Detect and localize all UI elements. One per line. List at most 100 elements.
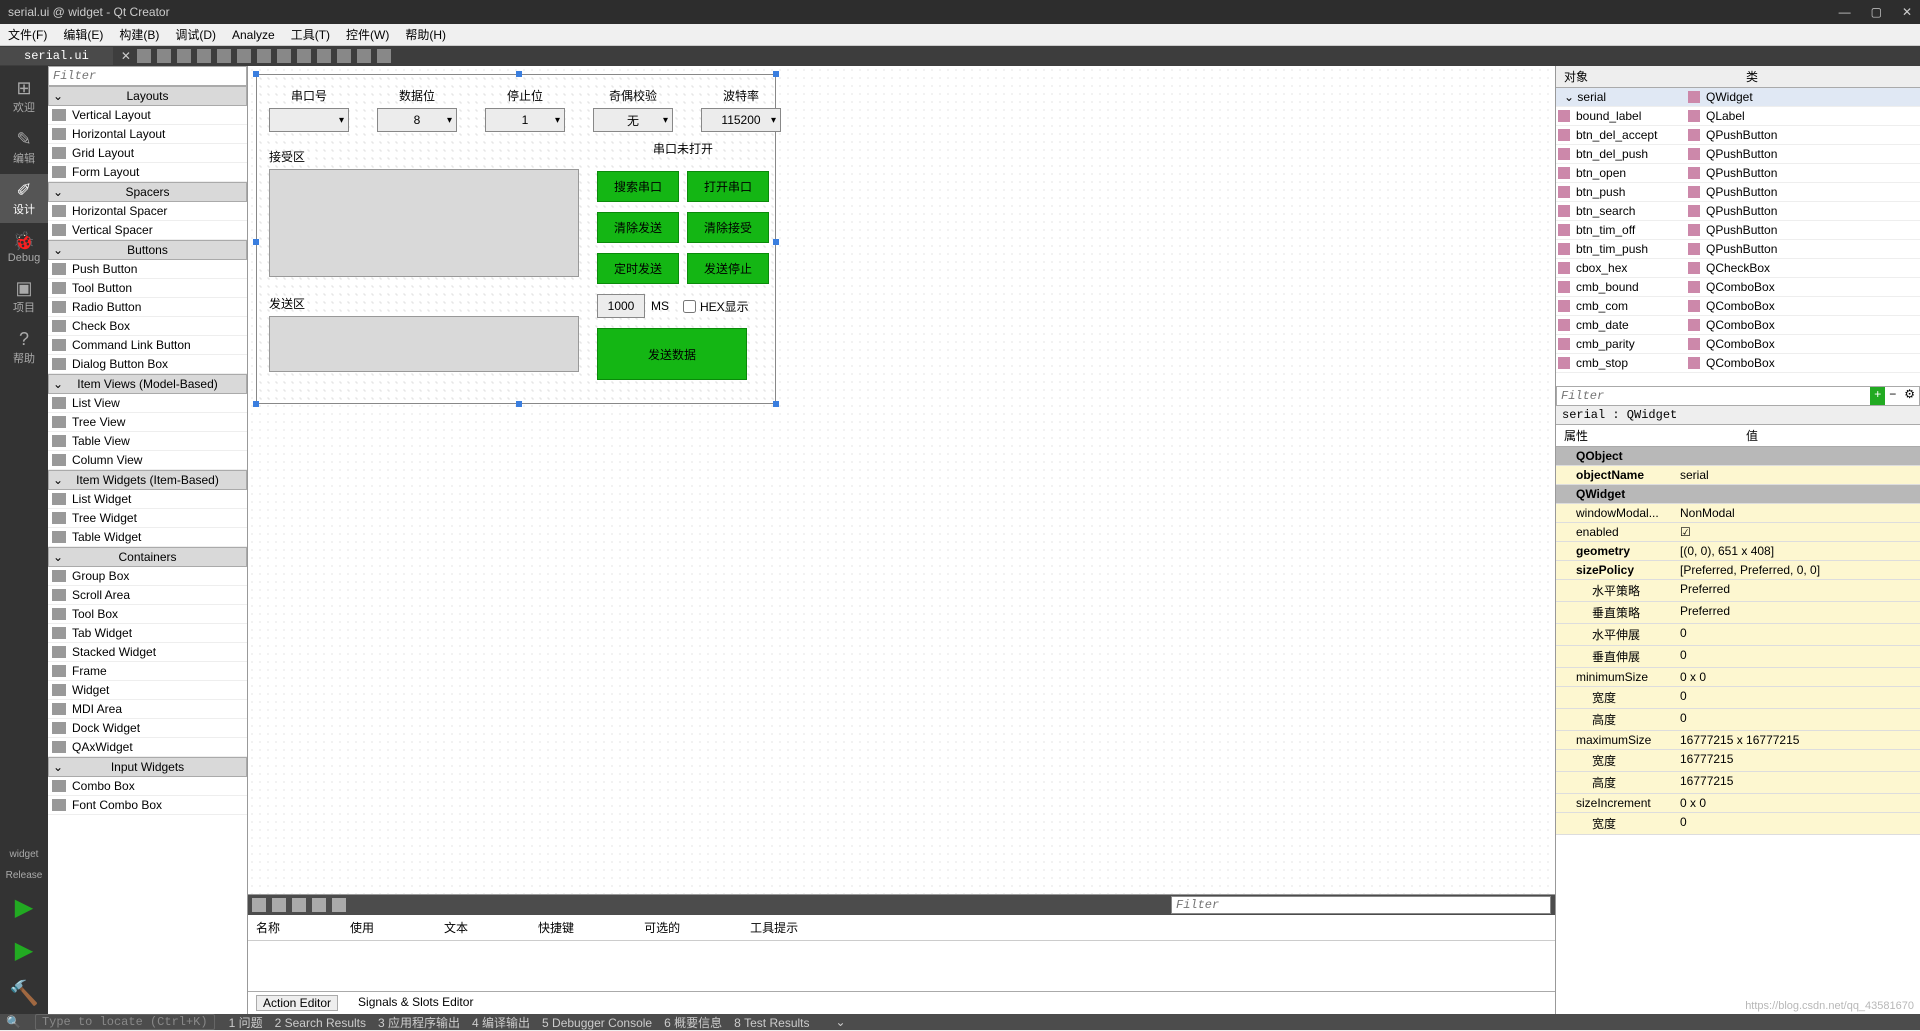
- more-icon[interactable]: ⌄: [836, 1015, 846, 1029]
- action-editor-tab[interactable]: Action Editor: [256, 995, 338, 1011]
- property-row[interactable]: QObject: [1556, 447, 1920, 466]
- widget-item[interactable]: Dock Widget: [48, 719, 247, 738]
- widget-item[interactable]: Table View: [48, 432, 247, 451]
- status-item[interactable]: 1 问题: [229, 1016, 263, 1030]
- toolbar-icon[interactable]: [337, 49, 351, 63]
- open-file-tab[interactable]: serial.ui: [0, 47, 113, 65]
- widget-item[interactable]: Scroll Area: [48, 586, 247, 605]
- widget-category[interactable]: Item Views (Model-Based): [48, 374, 247, 394]
- widget-category[interactable]: Layouts: [48, 86, 247, 106]
- close-tab-icon[interactable]: ✕: [121, 49, 131, 63]
- widget-category[interactable]: Containers: [48, 547, 247, 567]
- menu-item[interactable]: 调试(D): [175, 26, 216, 43]
- clear-send-button[interactable]: 清除发送: [597, 212, 679, 243]
- widget-item[interactable]: Tool Button: [48, 279, 247, 298]
- combo-2[interactable]: 1: [485, 108, 565, 132]
- object-row[interactable]: btn_tim_pushQPushButton: [1556, 240, 1920, 259]
- object-row[interactable]: btn_tim_offQPushButton: [1556, 221, 1920, 240]
- copy-action-icon[interactable]: [272, 898, 286, 912]
- status-item[interactable]: 2 Search Results: [275, 1016, 366, 1030]
- send-data-button[interactable]: 发送数据: [597, 328, 747, 380]
- object-row[interactable]: btn_openQPushButton: [1556, 164, 1920, 183]
- status-item[interactable]: 3 应用程序输出: [378, 1016, 460, 1030]
- status-item[interactable]: 4 编译输出: [472, 1016, 530, 1030]
- property-row[interactable]: QWidget: [1556, 485, 1920, 504]
- close-icon[interactable]: ✕: [1902, 5, 1912, 19]
- widget-item[interactable]: List View: [48, 394, 247, 413]
- property-row[interactable]: 水平伸展0: [1556, 624, 1920, 646]
- toolbar-icon[interactable]: [137, 49, 151, 63]
- property-row[interactable]: 宽度16777215: [1556, 750, 1920, 772]
- widget-item[interactable]: Frame: [48, 662, 247, 681]
- property-row[interactable]: geometry[(0, 0), 651 x 408]: [1556, 542, 1920, 561]
- widget-item[interactable]: Stacked Widget: [48, 643, 247, 662]
- object-row[interactable]: btn_del_acceptQPushButton: [1556, 126, 1920, 145]
- widget-item[interactable]: List Widget: [48, 490, 247, 509]
- recv-textarea[interactable]: [269, 169, 579, 277]
- new-action-icon[interactable]: [252, 898, 266, 912]
- widget-item[interactable]: Horizontal Spacer: [48, 202, 247, 221]
- add-property-icon[interactable]: +: [1870, 387, 1885, 405]
- property-row[interactable]: enabled☑: [1556, 523, 1920, 542]
- toolbar-icon[interactable]: [277, 49, 291, 63]
- property-row[interactable]: 高度16777215: [1556, 772, 1920, 794]
- toolbar-icon[interactable]: [237, 49, 251, 63]
- widget-item[interactable]: Vertical Spacer: [48, 221, 247, 240]
- widget-item[interactable]: Push Button: [48, 260, 247, 279]
- widget-filter-input[interactable]: [48, 66, 247, 86]
- property-filter-input[interactable]: [1557, 387, 1870, 405]
- open-port-button[interactable]: 打开串口: [687, 171, 769, 202]
- property-row[interactable]: sizeIncrement0 x 0: [1556, 794, 1920, 813]
- mode-项目[interactable]: ▣项目: [0, 272, 48, 321]
- widget-item[interactable]: Table Widget: [48, 528, 247, 547]
- object-row[interactable]: cbox_hexQCheckBox: [1556, 259, 1920, 278]
- build-label[interactable]: Release: [2, 866, 47, 885]
- toolbar-icon[interactable]: [357, 49, 371, 63]
- widget-item[interactable]: Command Link Button: [48, 336, 247, 355]
- property-row[interactable]: windowModal...NonModal: [1556, 504, 1920, 523]
- combo-0[interactable]: [269, 108, 349, 132]
- menu-item[interactable]: 构建(B): [119, 26, 159, 43]
- toolbar-icon[interactable]: [197, 49, 211, 63]
- widget-item[interactable]: MDI Area: [48, 700, 247, 719]
- toolbar-icon[interactable]: [157, 49, 171, 63]
- object-row[interactable]: cmb_dateQComboBox: [1556, 316, 1920, 335]
- widget-item[interactable]: Dialog Button Box: [48, 355, 247, 374]
- menu-item[interactable]: 帮助(H): [405, 26, 446, 43]
- form-widget[interactable]: 串口号数据位8停止位1奇偶校验无波特率115200 接受区 发送区 串口未打开 …: [256, 74, 776, 404]
- mode-欢迎[interactable]: ⊞欢迎: [0, 72, 48, 121]
- status-item[interactable]: 6 概要信息: [664, 1016, 722, 1030]
- widget-item[interactable]: Tool Box: [48, 605, 247, 624]
- widget-item[interactable]: Check Box: [48, 317, 247, 336]
- widget-item[interactable]: Column View: [48, 451, 247, 470]
- toolbar-icon[interactable]: [297, 49, 311, 63]
- locate-input[interactable]: Type to locate (Ctrl+K): [35, 1014, 215, 1030]
- property-row[interactable]: 垂直策略Preferred: [1556, 602, 1920, 624]
- property-row[interactable]: 水平策略Preferred: [1556, 580, 1920, 602]
- mode-Debug[interactable]: 🐞Debug: [0, 225, 48, 270]
- menu-item[interactable]: 编辑(E): [63, 26, 103, 43]
- search-icon[interactable]: 🔍: [6, 1015, 21, 1029]
- combo-4[interactable]: 115200: [701, 108, 781, 132]
- widget-item[interactable]: Group Box: [48, 567, 247, 586]
- status-item[interactable]: 8 Test Results: [734, 1016, 809, 1030]
- widget-item[interactable]: Tab Widget: [48, 624, 247, 643]
- run-button[interactable]: 🔨: [3, 973, 45, 1014]
- object-row[interactable]: cmb_comQComboBox: [1556, 297, 1920, 316]
- mode-帮助[interactable]: ?帮助: [0, 323, 48, 372]
- widget-category[interactable]: Buttons: [48, 240, 247, 260]
- widget-category[interactable]: Input Widgets: [48, 757, 247, 777]
- timed-send-button[interactable]: 定时发送: [597, 253, 679, 284]
- object-row[interactable]: bound_labelQLabel: [1556, 107, 1920, 126]
- object-row[interactable]: ⌄ serialQWidget: [1556, 88, 1920, 107]
- run-button[interactable]: ▶: [9, 930, 39, 971]
- minimize-icon[interactable]: —: [1839, 5, 1851, 19]
- property-row[interactable]: 垂直伸展0: [1556, 646, 1920, 668]
- object-row[interactable]: btn_del_pushQPushButton: [1556, 145, 1920, 164]
- widget-item[interactable]: Horizontal Layout: [48, 125, 247, 144]
- build-label[interactable]: widget: [6, 845, 43, 864]
- send-textarea[interactable]: [269, 316, 579, 372]
- config-icon[interactable]: [332, 898, 346, 912]
- hex-checkbox[interactable]: [683, 300, 696, 313]
- widget-item[interactable]: Grid Layout: [48, 144, 247, 163]
